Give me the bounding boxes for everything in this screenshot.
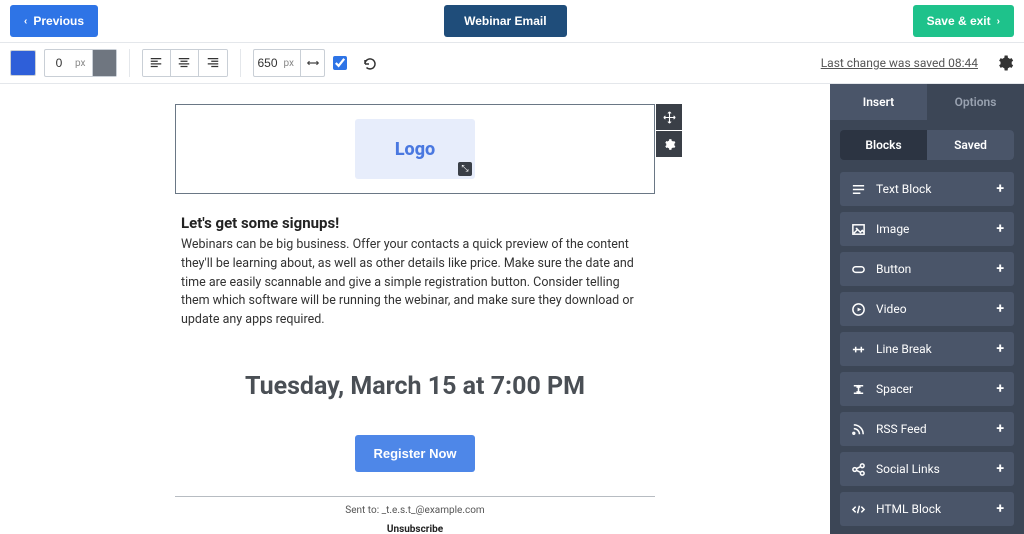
block-text[interactable]: Text Block +	[840, 172, 1014, 206]
border-width-input[interactable]: px	[44, 49, 117, 77]
template-title-button[interactable]: Webinar Email	[444, 5, 566, 37]
align-group	[142, 49, 228, 77]
top-bar: ‹ Previous Webinar Email Save & exit ›	[0, 0, 1024, 42]
add-icon: +	[996, 261, 1004, 277]
sent-to-text: Sent to: _t.e.s.t_@example.com	[175, 505, 655, 516]
add-icon: +	[996, 421, 1004, 437]
border-width-unit: px	[73, 58, 92, 69]
segment-blocks[interactable]: Blocks	[840, 130, 927, 160]
add-icon: +	[996, 501, 1004, 517]
block-controls	[656, 104, 682, 157]
spacer-icon	[850, 382, 866, 397]
canvas-width-unit: px	[282, 58, 301, 69]
save-exit-button[interactable]: Save & exit ›	[913, 5, 1014, 37]
tab-insert[interactable]: Insert	[830, 84, 927, 120]
align-left-button[interactable]	[143, 50, 171, 76]
resize-handle-icon[interactable]: ⤡	[458, 162, 472, 176]
workspace: Logo ⤡ Let's get some signups! Webinars …	[0, 84, 1024, 534]
add-icon: +	[996, 461, 1004, 477]
align-right-button[interactable]	[199, 50, 227, 76]
add-icon: +	[996, 341, 1004, 357]
add-icon: +	[996, 181, 1004, 197]
block-label: Image	[876, 222, 909, 236]
logo-block[interactable]: Logo ⤡	[175, 104, 655, 194]
toolbar-divider	[240, 49, 241, 77]
tab-options[interactable]: Options	[927, 84, 1024, 120]
event-time[interactable]: Tuesday, March 15 at 7:00 PM	[175, 372, 655, 401]
color-swatch[interactable]	[10, 50, 36, 76]
button-icon	[850, 262, 866, 277]
rss-icon	[850, 422, 866, 437]
border-style-box[interactable]	[92, 50, 116, 76]
block-list: Text Block + Image + Button + Video +	[840, 172, 1014, 526]
block-label: Button	[876, 262, 911, 276]
share-icon	[850, 462, 866, 477]
image-icon	[850, 222, 866, 237]
segment-saved[interactable]: Saved	[927, 130, 1014, 160]
save-status[interactable]: Last change was saved 08:44	[821, 56, 978, 70]
block-label: Line Break	[876, 342, 932, 356]
previous-label: Previous	[33, 14, 84, 28]
undo-button[interactable]	[361, 55, 377, 71]
toolbar-divider	[129, 49, 130, 77]
toolbar-checkbox[interactable]	[333, 56, 347, 70]
settings-gear-icon[interactable]	[996, 54, 1014, 72]
block-image[interactable]: Image +	[840, 212, 1014, 246]
block-social[interactable]: Social Links +	[840, 452, 1014, 486]
template-title: Webinar Email	[464, 14, 546, 28]
block-label: Spacer	[876, 382, 913, 396]
email-body-text[interactable]: Webinars can be big business. Offer your…	[175, 236, 655, 330]
toolbar: px px Last change was saved 08:44	[0, 42, 1024, 84]
block-button[interactable]: Button +	[840, 252, 1014, 286]
logo-text: Logo	[395, 139, 435, 160]
canvas-width-field[interactable]	[254, 56, 282, 70]
right-panel: Insert Options Blocks Saved Text Block +…	[830, 84, 1024, 534]
block-rss[interactable]: RSS Feed +	[840, 412, 1014, 446]
line-break-icon	[850, 342, 866, 357]
add-icon: +	[996, 301, 1004, 317]
add-icon: +	[996, 221, 1004, 237]
divider-line	[175, 496, 655, 497]
blocks-saved-segment: Blocks Saved	[840, 130, 1014, 160]
email-canvas: Logo ⤡ Let's get some signups! Webinars …	[175, 104, 655, 534]
register-button[interactable]: Register Now	[355, 435, 474, 472]
block-linebreak[interactable]: Line Break +	[840, 332, 1014, 366]
play-circle-icon	[850, 302, 866, 317]
align-center-button[interactable]	[171, 50, 199, 76]
block-label: Social Links	[876, 462, 940, 476]
block-label: RSS Feed	[876, 422, 927, 436]
border-width-field[interactable]	[45, 56, 73, 70]
block-video[interactable]: Video +	[840, 292, 1014, 326]
chevron-left-icon: ‹	[24, 16, 27, 27]
code-icon	[850, 502, 866, 517]
block-html[interactable]: HTML Block +	[840, 492, 1014, 526]
text-lines-icon	[850, 182, 866, 197]
block-label: Text Block	[876, 182, 931, 196]
block-label: Video	[876, 302, 907, 316]
logo-placeholder[interactable]: Logo ⤡	[355, 119, 475, 179]
panel-body: Blocks Saved Text Block + Image + Button	[830, 120, 1024, 534]
move-block-button[interactable]	[656, 104, 682, 130]
email-headline[interactable]: Let's get some signups!	[175, 214, 655, 232]
canvas-width-input[interactable]: px	[253, 49, 326, 77]
block-label: HTML Block	[876, 502, 941, 516]
chevron-right-icon: ›	[997, 16, 1000, 27]
register-label: Register Now	[373, 446, 456, 461]
canvas-wrap: Logo ⤡ Let's get some signups! Webinars …	[0, 84, 830, 534]
add-icon: +	[996, 381, 1004, 397]
width-expand-button[interactable]	[300, 50, 324, 76]
save-exit-label: Save & exit	[927, 14, 991, 28]
unsubscribe-link[interactable]: Unsubscribe	[175, 524, 655, 534]
panel-tabs: Insert Options	[830, 84, 1024, 120]
block-settings-button[interactable]	[656, 131, 682, 157]
block-spacer[interactable]: Spacer +	[840, 372, 1014, 406]
register-wrap: Register Now	[175, 435, 655, 472]
previous-button[interactable]: ‹ Previous	[10, 5, 98, 37]
